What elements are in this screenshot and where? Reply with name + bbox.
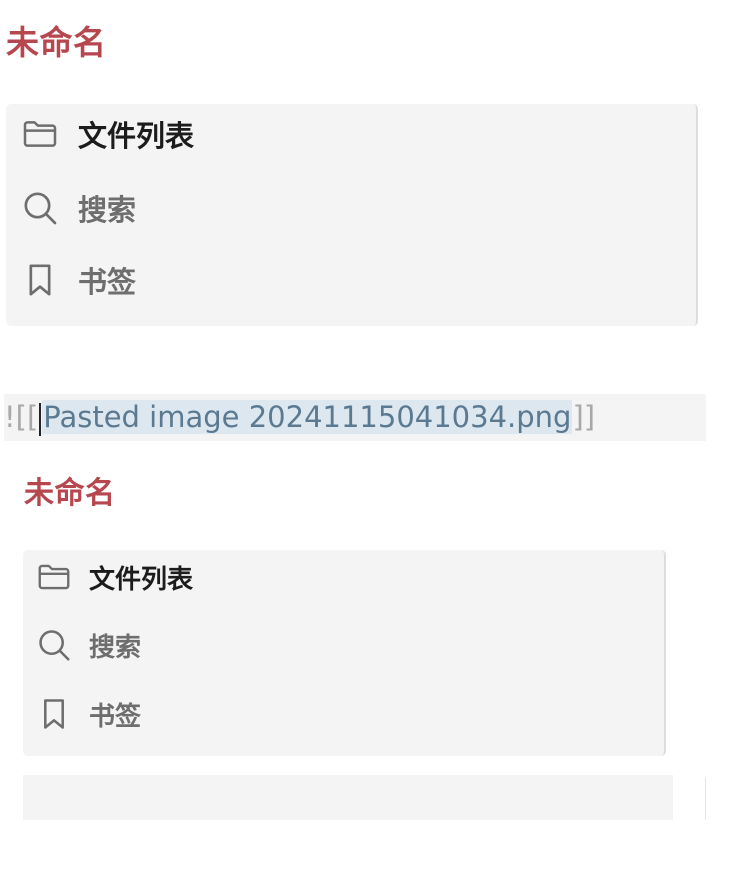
search-icon	[35, 626, 73, 664]
note-title: 未命名	[6, 23, 107, 62]
nav-item-label: 文件列表	[89, 564, 194, 595]
text-cursor	[39, 402, 42, 436]
bookmark-icon	[35, 695, 73, 733]
embed-suffix: ]]	[572, 400, 596, 434]
sidebar-panel-screenshot: 文件列表 搜索 书签	[6, 104, 698, 326]
sidebar-panel-preview: 文件列表 搜索 书签	[23, 550, 666, 756]
embed-filename[interactable]: Pasted image 20241115041034.png	[42, 400, 573, 434]
search-icon	[20, 188, 60, 228]
nav-item-label: 搜索	[78, 193, 137, 227]
folder-icon	[20, 114, 60, 154]
nav-item-bookmarks[interactable]: 书签	[20, 258, 136, 302]
nav-item-file-list[interactable]: 文件列表	[35, 557, 193, 597]
embed-source-line[interactable]: ![[Pasted image 20241115041034.png]]	[4, 394, 706, 441]
nav-item-label: 书签	[78, 265, 137, 299]
nav-item-label: 搜索	[89, 632, 142, 663]
folder-icon	[35, 558, 73, 596]
nav-item-search[interactable]: 搜索	[35, 625, 141, 665]
nav-item-label: 文件列表	[78, 119, 195, 153]
nav-item-label: 书签	[89, 701, 142, 732]
nav-item-search[interactable]: 搜索	[20, 186, 136, 230]
nav-item-file-list[interactable]: 文件列表	[20, 112, 194, 156]
note-page: 未命名 文件列表 搜索 书签 ![[Pasted image 20241115…	[0, 0, 732, 880]
nav-item-bookmarks[interactable]: 书签	[35, 694, 141, 734]
divider	[705, 778, 706, 820]
embed-prefix: ![[	[4, 400, 39, 434]
bookmark-icon	[20, 260, 60, 300]
partial-content-block	[23, 775, 673, 820]
note-title-preview: 未命名	[24, 476, 116, 511]
